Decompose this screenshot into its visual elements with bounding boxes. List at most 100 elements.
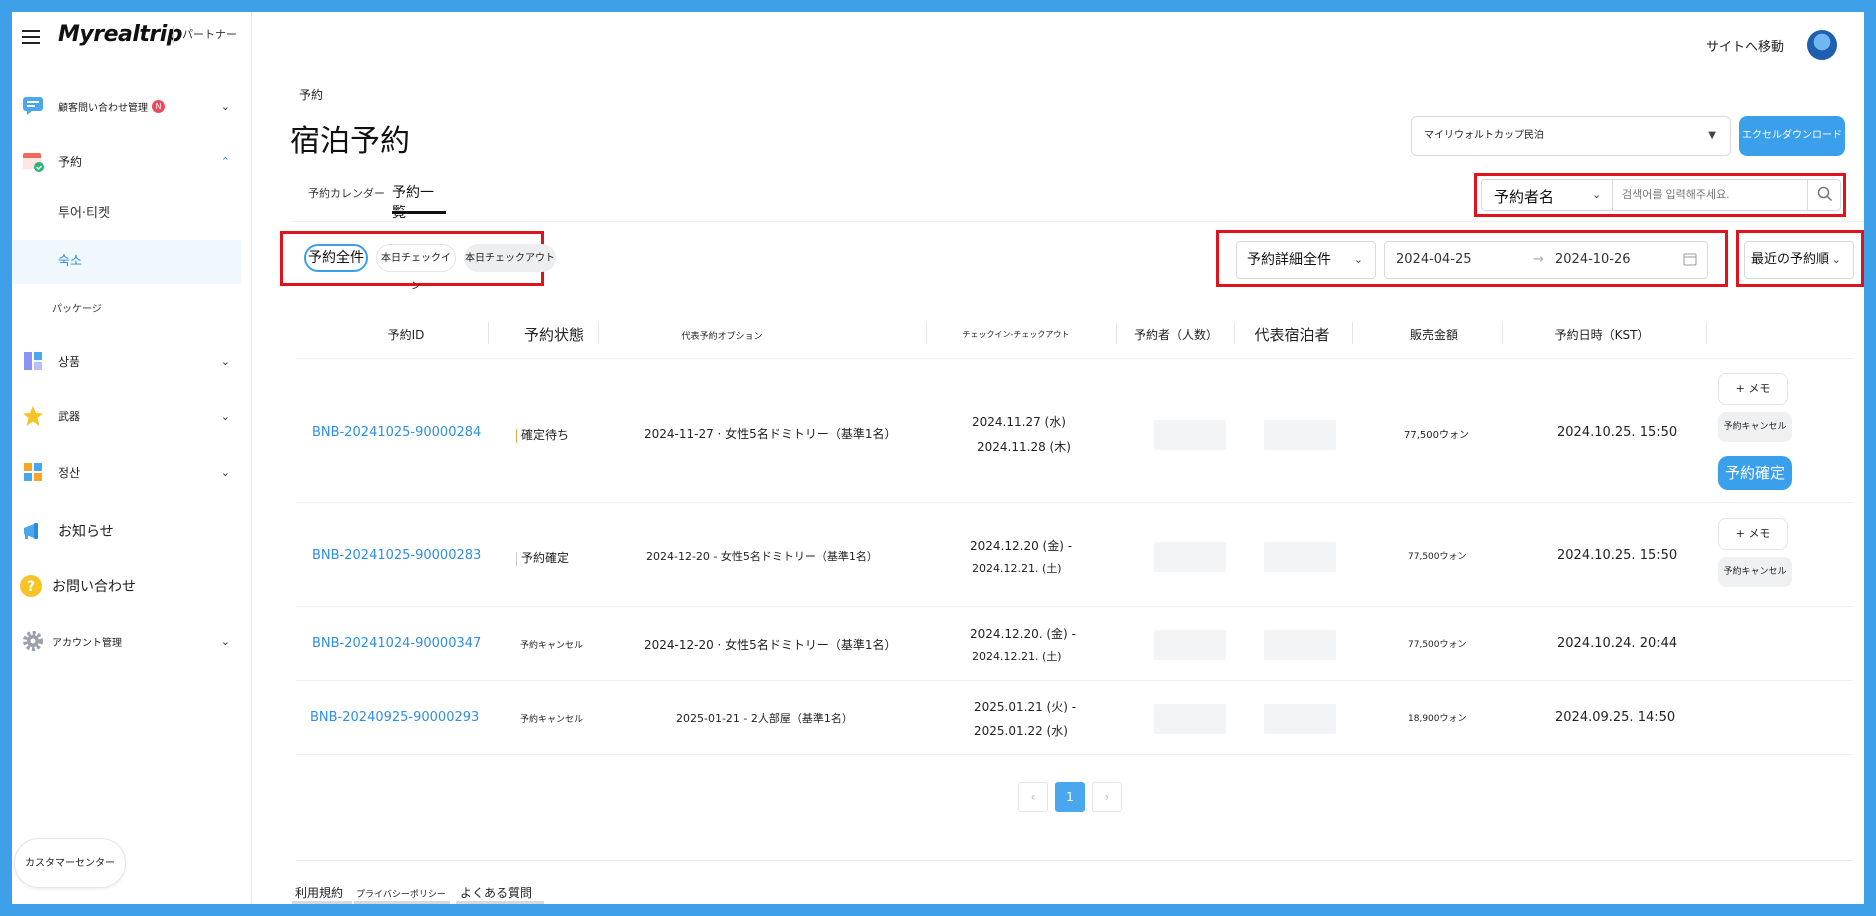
masked-booker xyxy=(1154,630,1226,660)
goto-site-link[interactable]: サイトへ移動 xyxy=(1706,36,1784,55)
checkout-date: 2025.01.22 (水) xyxy=(974,724,1068,738)
reservation-id-link[interactable]: BNB-20241025-90000284 xyxy=(312,425,481,440)
privacy-link[interactable]: プライバシーポリシー xyxy=(356,887,446,900)
option-text: 2024-12-20 · 女性5名ドミトリー（基準1名） xyxy=(644,638,897,652)
reservation-detail-select[interactable]: 予約詳細全件 ⌄ xyxy=(1236,241,1376,279)
app-window: Myrealtrip パートナー 顧客問い合わせ管理 N ⌄ 予約 ⌃ 투어·티… xyxy=(12,12,1864,904)
terms-link[interactable]: 利用規約 xyxy=(295,884,343,901)
chevron-up-icon: ⌃ xyxy=(220,154,230,168)
date-range-picker[interactable]: 2024-04-25 → 2024-10-26 xyxy=(1384,241,1708,279)
property-select[interactable]: マイリウォルトカップ民泊 ▼ xyxy=(1411,116,1731,156)
calendar-icon[interactable] xyxy=(1683,252,1697,270)
excel-download-button[interactable]: エクセルダウンロード xyxy=(1739,116,1845,156)
th-checkin-checkout: チェックイン-チェックアウト xyxy=(962,330,1070,339)
avatar[interactable] xyxy=(1807,30,1837,60)
sidebar-subitem-tours[interactable]: 투어·티켓 xyxy=(12,192,252,236)
filter-all-pill[interactable]: 予約全件 xyxy=(304,244,368,272)
date-to[interactable]: 2024-10-26 xyxy=(1555,252,1631,267)
sidebar-subitem-lodging[interactable]: 숙소 xyxy=(12,240,241,284)
th-booker: 予約者（人数） xyxy=(1133,328,1218,342)
date-from[interactable]: 2024-04-25 xyxy=(1396,252,1472,267)
checkin-date: 2024.11.27 (水) xyxy=(972,415,1066,429)
cancel-reservation-button[interactable]: 予約キャンセル xyxy=(1718,557,1792,587)
chevron-down-icon: ⌄ xyxy=(220,99,230,113)
reserved-at: 2024.10.25. 15:50 xyxy=(1557,425,1678,440)
sidebar-item-label: アカウント管理 xyxy=(52,637,122,649)
logo: Myrealtrip xyxy=(58,22,183,47)
option-text: 2024-12-20 - 女性5名ドミトリー（基準1名） xyxy=(646,550,878,563)
customer-center-button[interactable]: カスタマーセンター xyxy=(14,838,126,888)
sidebar-item-weapons[interactable]: 武器 ⌄ xyxy=(12,404,252,428)
sidebar-item-contact[interactable]: ? お問い合わせ xyxy=(12,574,252,598)
masked-guest xyxy=(1264,704,1336,734)
reservation-id-link[interactable]: BNB-20241024-90000347 xyxy=(312,636,481,651)
prev-page-button[interactable]: ‹ xyxy=(1018,782,1048,812)
option-text: 2025-01-21 - 2人部屋（基準1名） xyxy=(676,712,853,725)
reservation-id-link[interactable]: BNB-20240925-90000293 xyxy=(310,710,479,725)
reservation-id-link[interactable]: BNB-20241025-90000283 xyxy=(312,548,481,563)
tab-list[interactable]: 予約一覧 xyxy=(392,182,446,221)
th-reserved-at: 予約日時（KST） xyxy=(1554,328,1650,342)
th-amount: 販売金額 xyxy=(1409,328,1458,342)
reserved-at: 2024.10.24. 20:44 xyxy=(1557,636,1678,651)
calendar-icon xyxy=(22,150,44,172)
sidebar-item-account[interactable]: アカウント管理 ⌄ xyxy=(12,629,252,653)
sidebar-item-products[interactable]: 상품 ⌄ xyxy=(12,349,252,373)
masked-guest xyxy=(1264,420,1336,450)
sidebar-item-inquiries[interactable]: 顧客問い合わせ管理 N ⌄ xyxy=(12,94,252,118)
sidebar-subitem-package[interactable]: パッケージ xyxy=(12,288,252,332)
add-memo-button[interactable]: + メモ xyxy=(1718,518,1788,550)
checkin-date: 2024.12.20 (金) - xyxy=(970,539,1073,553)
chat-icon xyxy=(22,95,44,117)
chevron-down-icon: ⌄ xyxy=(220,409,230,423)
page-title: 宿泊予約 xyxy=(290,124,410,159)
masked-booker xyxy=(1154,420,1226,450)
amount: 77,500ウォン xyxy=(1408,640,1467,650)
cancel-reservation-button[interactable]: 予約キャンセル xyxy=(1718,412,1792,442)
status-badge: 予約キャンセル xyxy=(520,641,584,651)
masked-guest xyxy=(1264,630,1336,660)
breadcrumb: 予約 xyxy=(299,88,324,102)
add-memo-button[interactable]: + メモ xyxy=(1718,373,1788,405)
confirm-reservation-button[interactable]: 予約確定 xyxy=(1718,456,1792,490)
sidebar-item-label: 정산 xyxy=(58,465,81,480)
svg-text:?: ? xyxy=(27,579,35,595)
arrow-right-icon: → xyxy=(1533,252,1544,267)
search-highlight: 予約者名 ⌄ xyxy=(1474,173,1846,217)
search-icon[interactable] xyxy=(1817,186,1833,206)
menu-icon[interactable] xyxy=(22,30,40,48)
calculator-icon xyxy=(22,461,44,483)
search-field: 予約者名 ⌄ xyxy=(1481,179,1841,211)
sort-select[interactable]: 最近の予約順 ⌄ xyxy=(1744,241,1854,279)
sidebar-item-label: お知らせ xyxy=(58,524,114,540)
question-icon: ? xyxy=(20,575,42,597)
filter-checkin-today-pill[interactable]: 本日チェックイン xyxy=(376,244,456,292)
amount: 18,900ウォン xyxy=(1408,714,1467,724)
sidebar-item-reservations[interactable]: 予約 ⌃ xyxy=(12,149,252,173)
property-select-value: マイリウォルトカップ民泊 xyxy=(1424,130,1544,141)
filter-checkout-today-pill[interactable]: 本日チェックアウト xyxy=(464,244,556,272)
sort-value: 最近の予約順 xyxy=(1751,252,1830,267)
search-input[interactable] xyxy=(1622,185,1802,205)
sidebar-item-notices[interactable]: お知らせ xyxy=(12,519,252,543)
th-option: 代表予約オプション xyxy=(681,332,763,342)
chevron-down-icon: ⌄ xyxy=(1592,188,1602,201)
footer-divider xyxy=(296,860,1852,861)
search-type-select[interactable]: 予約者名 xyxy=(1494,186,1554,207)
masked-guest xyxy=(1264,542,1336,572)
next-page-button[interactable]: › xyxy=(1092,782,1122,812)
sidebar-item-settlement[interactable]: 정산 ⌄ xyxy=(12,460,252,484)
faq-link[interactable]: よくある質問 xyxy=(460,884,532,901)
masked-booker xyxy=(1154,542,1226,572)
status-badge: 確定待ち xyxy=(516,426,569,443)
th-reservation-id: 予約ID xyxy=(387,328,425,342)
tab-calendar[interactable]: 予約カレンダー xyxy=(308,185,385,217)
page-1-button[interactable]: 1 xyxy=(1055,782,1085,812)
chevron-down-icon: ⌄ xyxy=(1831,253,1841,266)
checkin-date: 2024.12.20. (金) - xyxy=(970,627,1076,641)
megaphone-icon xyxy=(22,520,44,542)
reservation-detail-value: 予約詳細全件 xyxy=(1247,252,1331,268)
amount: 77,500ウォン xyxy=(1408,552,1467,562)
checkout-date: 2024.12.21. (土) xyxy=(972,650,1062,663)
option-text: 2024-11-27 · 女性5名ドミトリー（基準1名） xyxy=(644,427,897,441)
